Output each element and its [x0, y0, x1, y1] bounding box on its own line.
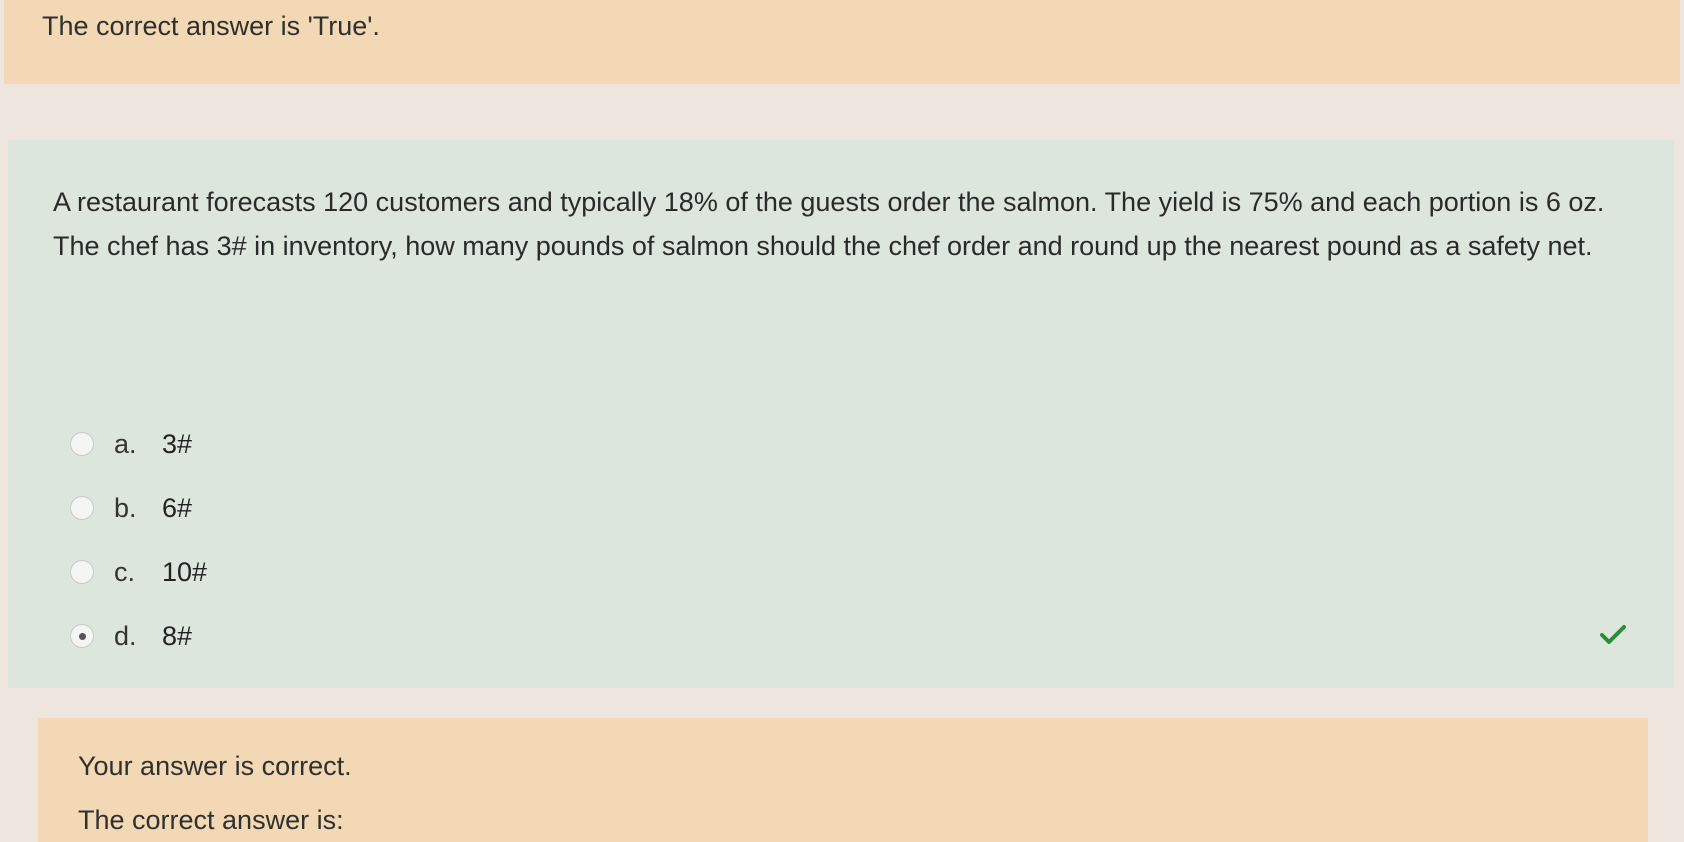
option-letter: d.	[114, 620, 137, 651]
correct-answer-label: The correct answer is:	[78, 805, 344, 835]
answer-option-b[interactable]: b. 6#	[70, 476, 1630, 540]
radio-button-icon[interactable]	[70, 560, 94, 584]
answer-option-a[interactable]: a. 3#	[70, 412, 1630, 476]
answer-option-c[interactable]: c. 10#	[70, 540, 1630, 604]
previous-answer-feedback: The correct answer is 'True'.	[4, 0, 1680, 84]
answer-options: a. 3# b. 6# c. 10# d. 8#	[70, 412, 1630, 668]
option-text: 8#	[162, 620, 193, 651]
radio-button-icon[interactable]	[70, 432, 94, 456]
option-text: 6#	[162, 492, 193, 523]
option-letter: a.	[114, 428, 137, 459]
radio-button-icon[interactable]	[70, 496, 94, 520]
quiz-review-page: The correct answer is 'True'. A restaura…	[0, 0, 1684, 842]
check-icon	[1600, 625, 1626, 644]
previous-correct-answer-text: The correct answer is 'True'.	[42, 11, 380, 41]
selected-dot-icon	[78, 632, 86, 640]
option-text: 10#	[162, 556, 208, 587]
question-text: A restaurant forecasts 120 customers and…	[53, 187, 1605, 261]
option-text: 3#	[162, 428, 193, 459]
option-letter: b.	[114, 492, 137, 523]
answer-feedback: Your answer is correct. The correct answ…	[38, 718, 1648, 842]
answer-status-text: Your answer is correct.	[78, 751, 352, 781]
answer-option-d[interactable]: d. 8#	[70, 604, 1630, 668]
selected-radio-button-icon[interactable]	[70, 624, 94, 648]
option-letter: c.	[114, 556, 136, 587]
question-card: A restaurant forecasts 120 customers and…	[8, 140, 1674, 688]
